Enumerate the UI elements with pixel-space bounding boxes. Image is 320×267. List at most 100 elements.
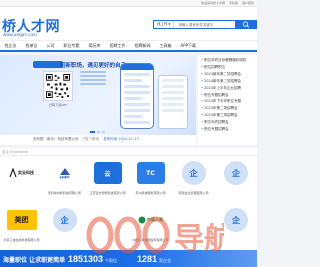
- news-item[interactable]: 职位年终目标薪酬福利调查: [201, 57, 255, 64]
- company-logo-text: 企: [224, 208, 248, 232]
- news-list-panel: 职位年终目标薪酬福利调查 职位招聘职位 2024新年第二场招聘会 2024新年第…: [198, 55, 257, 145]
- news-item[interactable]: 职位招聘职位: [201, 64, 255, 71]
- carousel-dot[interactable]: [97, 131, 100, 133]
- mobile-link[interactable]: 手机版: [229, 1, 238, 5]
- company-tile[interactable]: 企: [215, 156, 257, 200]
- company-tile[interactable]: 企 南通企业管理有限公司: [172, 156, 215, 200]
- promo-stat-companies: 1281 家企业: [137, 254, 171, 264]
- company-caption: 中国人寿保险股份有限公司: [132, 238, 169, 242]
- company-caption: 北京三快在线科技有限公司: [3, 238, 40, 242]
- phone-mockup: [120, 63, 154, 129]
- promo-stat-jobs: 1851303 个职位: [68, 254, 117, 264]
- company-caption: 南通企业管理有限公司: [178, 191, 209, 195]
- company-tile[interactable]: TC 苏州科技服务有限公司: [129, 156, 172, 200]
- hero-banner[interactable]: 招新职场，遇见更好的自己 扫码下载APP 安科顺（南京）科技有限公司 下载了解读…: [0, 55, 196, 145]
- news-item[interactable]: 职位专题招聘会: [201, 126, 255, 133]
- nav-item-toolbox[interactable]: 工具箱: [155, 41, 176, 50]
- company-logo-2: 安科新材: [43, 159, 86, 187]
- promo-stat-companies-unit: 家企业: [159, 258, 172, 263]
- company-caption: 苏州科技服务有限公司: [135, 191, 166, 195]
- company-logo-7: 美团: [0, 206, 43, 234]
- company-logo-6: 企: [215, 159, 257, 187]
- news-item[interactable]: 职位年终招聘会: [201, 119, 255, 126]
- nav-item-job-topics[interactable]: 职位专题: [59, 41, 84, 50]
- company-tile[interactable]: 中国人寿 中国人寿保险股份有限公司: [129, 203, 172, 247]
- company-tile[interactable]: 安科新材 安科新材料科技有限公司: [43, 156, 86, 200]
- qr-code-icon: [46, 74, 70, 98]
- stats-promo-banner[interactable]: 海量职位 让求职更简单 1851303 个职位 1281 家企业: [0, 250, 257, 267]
- company-grid: 实业科技 安科新材 安科新材料科技有限公司 云 江苏远方智能科技有限公司 TC: [0, 156, 257, 250]
- news-item[interactable]: 职位专题招聘会: [201, 92, 255, 99]
- company-logo-text: 企: [181, 161, 206, 185]
- search-icon: [242, 21, 250, 28]
- company-logo-text: 企: [52, 208, 77, 232]
- carousel-dot[interactable]: [102, 131, 105, 133]
- nav-item-app-download[interactable]: APP下载: [176, 41, 201, 50]
- company-logo-text: 企: [224, 161, 248, 185]
- search-button[interactable]: [236, 20, 257, 29]
- qr-code: [43, 71, 73, 101]
- promo-stat-jobs-unit: 个职位: [105, 258, 118, 263]
- section-title: 名企 Enterprise: [2, 149, 29, 154]
- news-item[interactable]: 2024年下半年职位专题: [201, 98, 255, 105]
- company-logo-text: 实业科技: [18, 170, 34, 175]
- banner-time: 下载了解读: [81, 137, 100, 141]
- section-header: 名企 Enterprise: [0, 148, 257, 156]
- nav-item-resumes[interactable]: 简历库: [84, 41, 105, 50]
- company-logo-10: 企: [215, 206, 257, 234]
- banner-company[interactable]: 安科顺（南京）科技有限公司: [33, 137, 79, 141]
- top-strip: 欢迎来到桥人才网 手机版 用户服务: [0, 0, 257, 7]
- page: 欢迎来到桥人才网 手机版 用户服务 桥人才网 www.uxkqrc.com 找工…: [0, 0, 257, 267]
- feature-line: [80, 79, 106, 81]
- company-logo-9: 中国人寿: [129, 206, 172, 234]
- news-item[interactable]: 2024新年第二场招聘会: [201, 71, 255, 78]
- feature-line: [80, 83, 106, 85]
- company-logo-text: 云: [93, 162, 122, 184]
- promo-stat-companies-value: 1281: [137, 254, 158, 264]
- banner-slogan: 招新职场，遇见更好的自己: [60, 63, 127, 69]
- carousel-dots[interactable]: [90, 131, 105, 133]
- qr-caption: 扫码下载APP: [49, 103, 67, 107]
- company-tile[interactable]: 企: [215, 203, 257, 247]
- welcome-text: 欢迎来到桥人才网: [201, 1, 226, 5]
- nav-item-units[interactable]: 找单位: [21, 41, 42, 50]
- company-logo-text: 中国人寿: [147, 217, 163, 222]
- header: 桥人才网 www.uxkqrc.com 找工作 ▼: [0, 7, 257, 40]
- search-type-label: 找工作: [157, 22, 168, 26]
- news-item[interactable]: 2024新年第二场招聘会: [201, 78, 255, 85]
- company-logo-8: 企: [43, 206, 86, 234]
- banner-badge: [33, 61, 63, 68]
- search-input[interactable]: [174, 22, 225, 27]
- nav-item-companies[interactable]: 找企业: [0, 41, 21, 50]
- nav-item-company[interactable]: 公司: [42, 41, 59, 50]
- banner-download: 发布时间 2024-11-13: [103, 137, 139, 141]
- company-caption: 江苏远方智能科技有限公司: [89, 191, 126, 195]
- carousel-dot-active[interactable]: [90, 131, 95, 133]
- company-tile[interactable]: 实业科技: [0, 156, 43, 200]
- company-logo-5: 企: [172, 159, 215, 187]
- news-item[interactable]: 2024年第三场招聘会: [201, 112, 255, 119]
- phone-mockup-secondary: [158, 75, 188, 129]
- news-item[interactable]: 2024年第二场招聘会: [201, 105, 255, 112]
- company-logo-1: 实业科技: [0, 159, 43, 187]
- company-tile[interactable]: 美团 北京三快在线科技有限公司: [0, 203, 43, 247]
- company-logo-text: 美团: [6, 210, 37, 230]
- nav-item-recruit-news[interactable]: 招聘新闻: [130, 41, 155, 50]
- main-nav: 找企业 找单位 公司 职位专题 简历库 招聘工作 招聘新闻 工具箱 APP下载: [0, 40, 257, 52]
- company-tile[interactable]: 企: [43, 203, 86, 247]
- user-service-link[interactable]: 用户服务: [242, 1, 254, 5]
- company-logo-text: TC: [136, 162, 165, 184]
- company-logo-text: 安科新材: [59, 175, 70, 179]
- feature-line: [80, 75, 106, 77]
- news-item[interactable]: 2024年上半年企业招聘: [201, 85, 255, 92]
- chevron-down-icon: ▼: [168, 23, 171, 26]
- search-box: 找工作 ▼: [153, 20, 236, 29]
- banner-image: 招新职场，遇见更好的自己 扫码下载APP: [0, 55, 196, 135]
- search-type-select[interactable]: 找工作 ▼: [154, 21, 175, 28]
- company-logo-3: 云: [86, 159, 129, 187]
- top-links: 欢迎来到桥人才网 手机版 用户服务: [198, 1, 254, 5]
- company-logo-4: TC: [129, 159, 172, 187]
- nav-item-recruit-work[interactable]: 招聘工作: [105, 41, 130, 50]
- promo-stat-jobs-value: 1851303: [68, 254, 104, 264]
- company-tile[interactable]: 云 江苏远方智能科技有限公司: [86, 156, 129, 200]
